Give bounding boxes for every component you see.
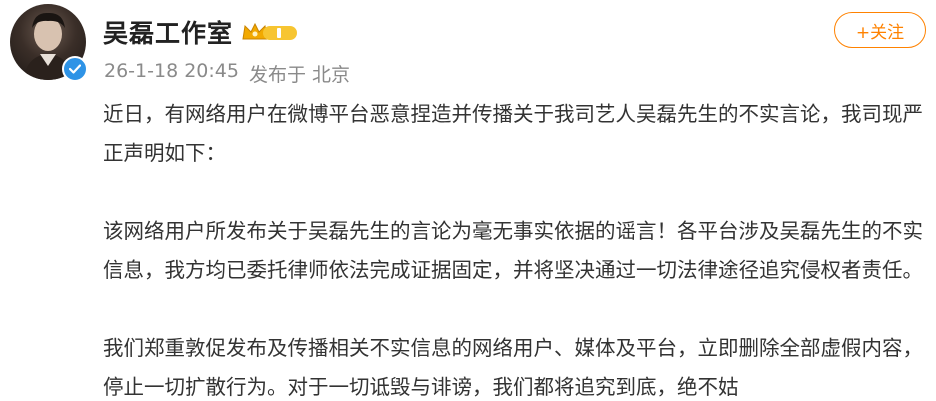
post-source: 发布于 北京 — [249, 60, 350, 87]
post-paragraph-2: 该网络用户所发布关于吴磊先生的言论为毫无事实依据的谣言！各平台涉及吴磊先生的不实… — [103, 219, 923, 282]
weibo-post: 吴磊工作室 26-1-18 20:45 发布于 北京 +关注 近日，有网络用户在… — [0, 0, 936, 401]
post-paragraph-1: 近日，有网络用户在微博平台恶意捏造并传播关于我司艺人吴磊先生的不实言论，我司现严… — [103, 102, 923, 165]
name-row: 吴磊工作室 — [103, 14, 299, 50]
account-name[interactable]: 吴磊工作室 — [103, 14, 233, 50]
post-location: 北京 — [312, 64, 351, 86]
post-meta: 26-1-18 20:45 发布于 北京 — [104, 60, 350, 87]
follow-button[interactable]: +关注 — [834, 12, 926, 48]
post-content: 近日，有网络用户在微博平台恶意捏造并传播关于我司艺人吴磊先生的不实言论，我司现严… — [103, 95, 927, 401]
verified-icon — [62, 56, 88, 82]
post-timestamp[interactable]: 26-1-18 20:45 — [104, 60, 239, 87]
post-paragraph-3: 我们郑重敦促发布及传播相关不实信息的网络用户、媒体及平台，立即删除全部虚假内容，… — [103, 336, 923, 399]
vip-crown-icon[interactable] — [241, 21, 299, 43]
post-source-label: 发布于 — [248, 64, 306, 86]
avatar[interactable] — [10, 4, 88, 82]
